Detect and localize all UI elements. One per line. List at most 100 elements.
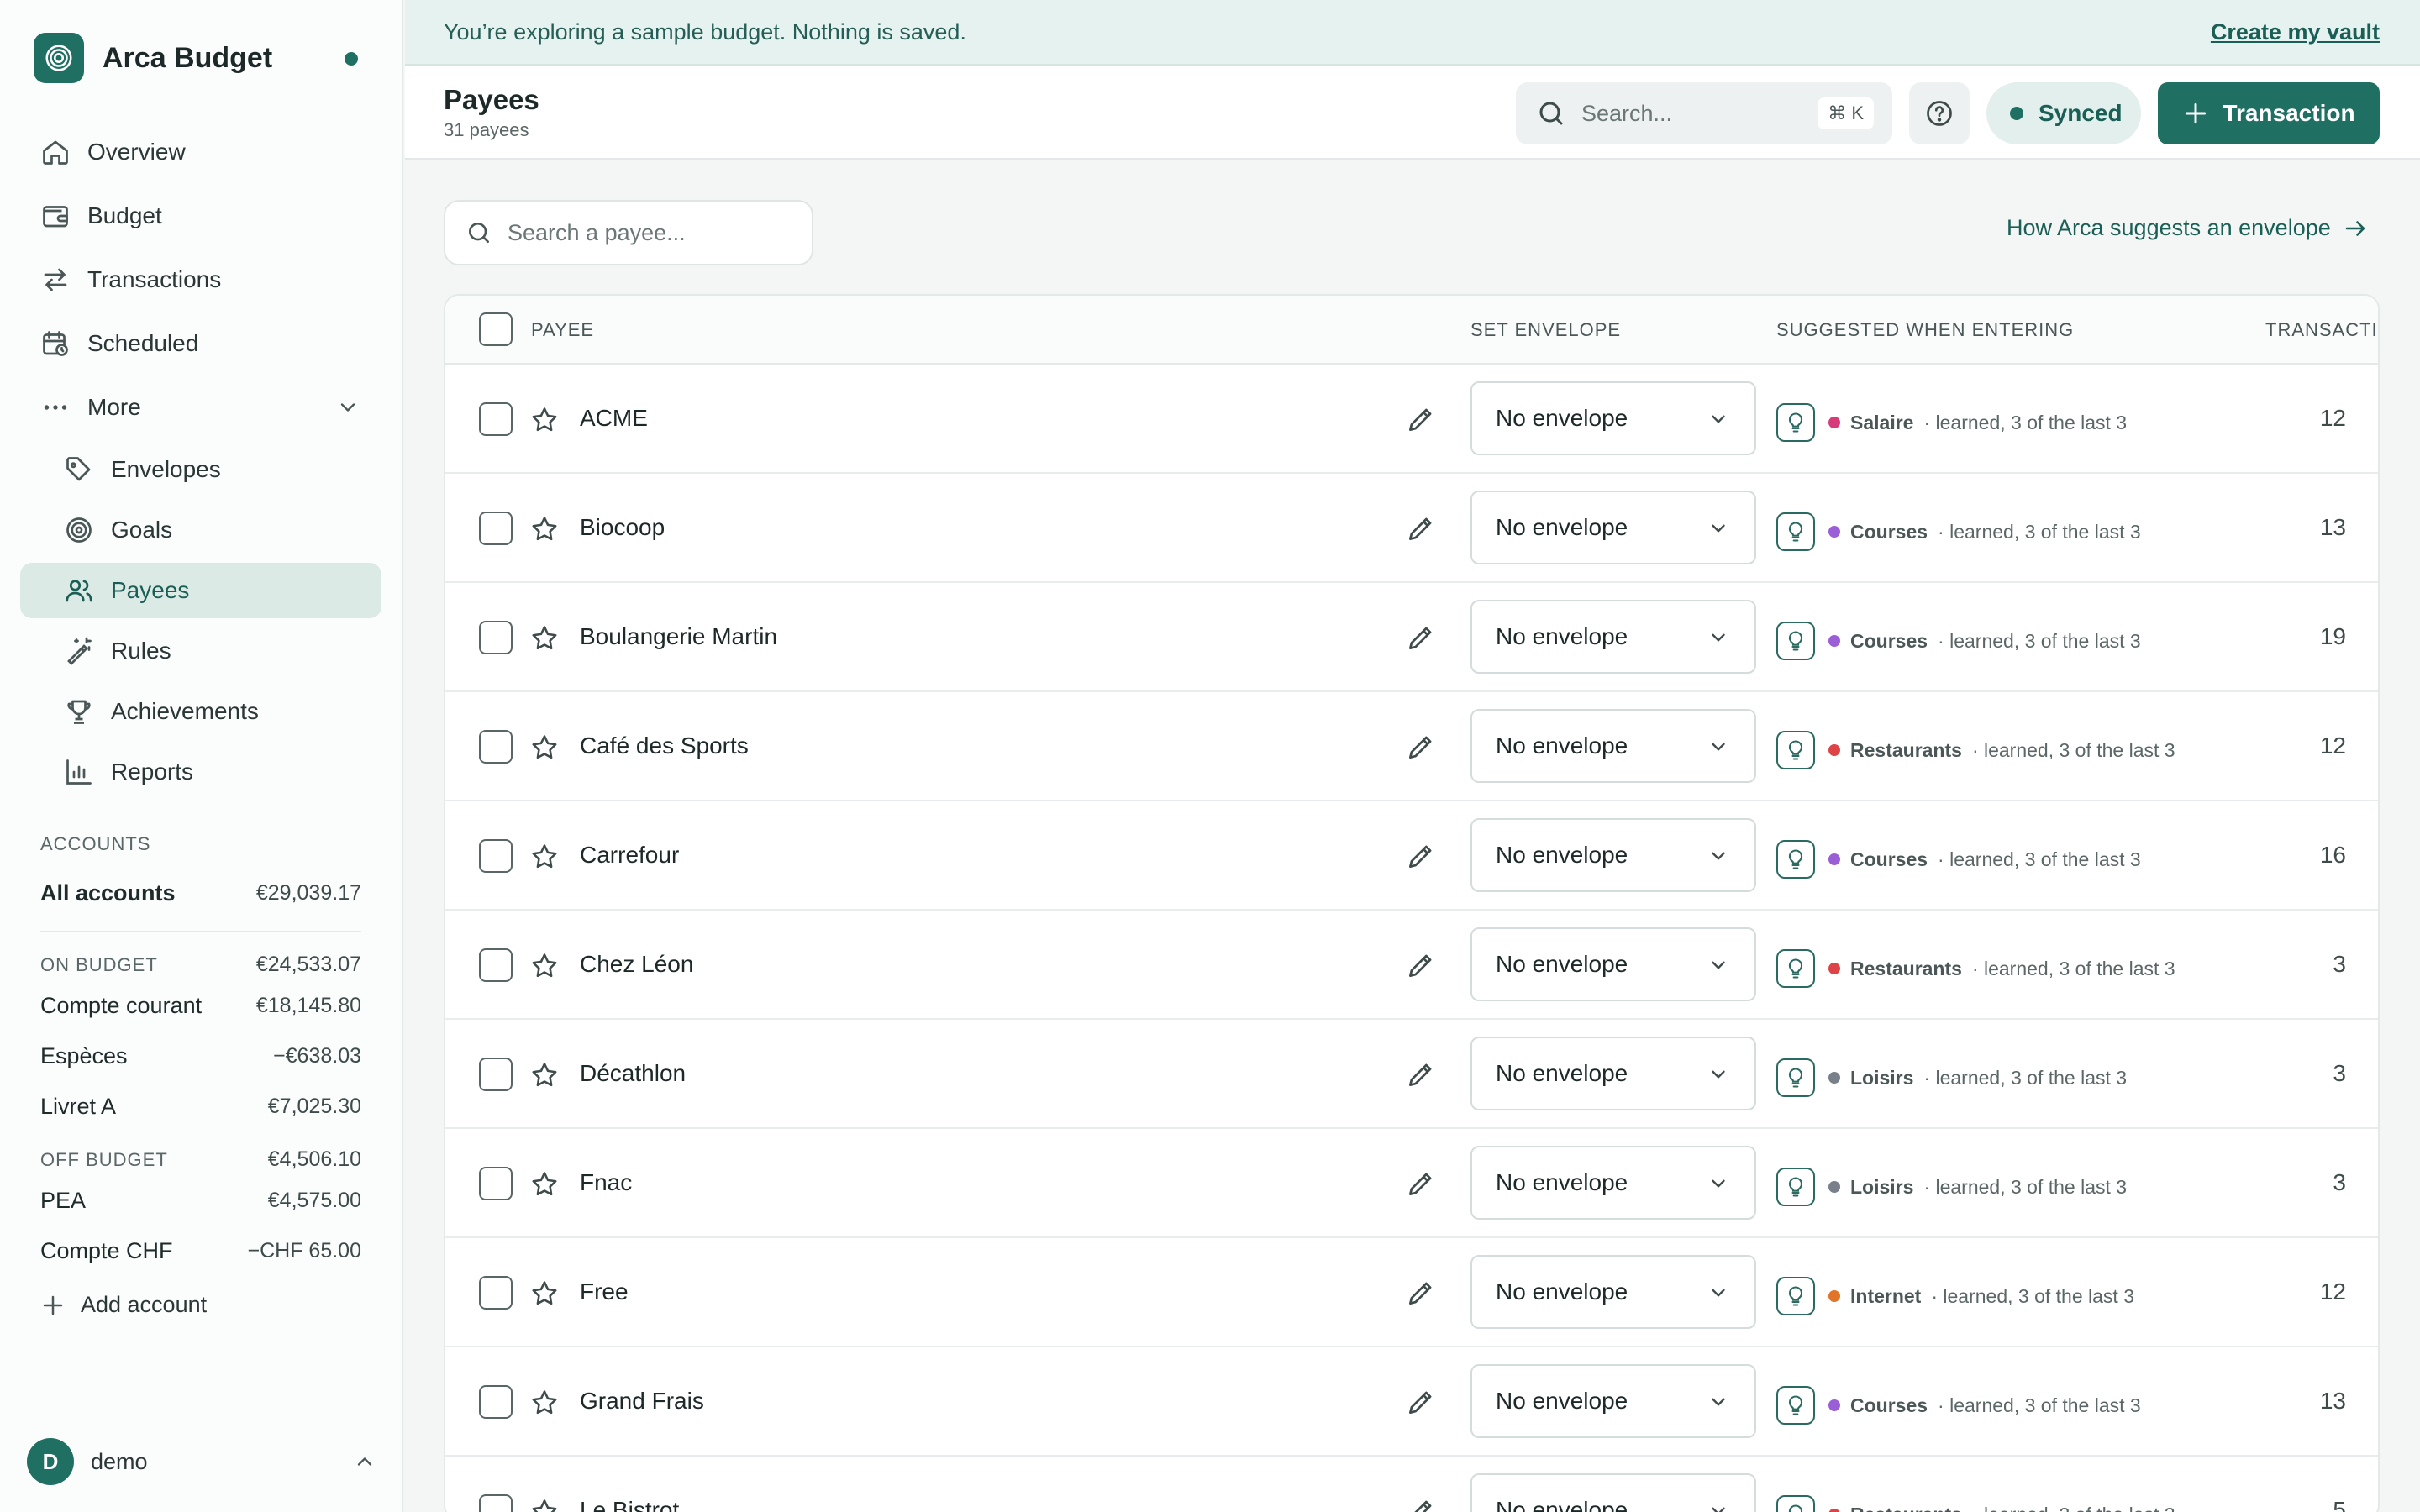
pencil-icon[interactable]	[1405, 622, 1437, 654]
chevron-down-icon	[1712, 524, 1725, 533]
pencil-icon[interactable]	[1405, 840, 1437, 872]
global-search[interactable]: Search... ⌘ K	[1516, 82, 1892, 144]
envelope-select[interactable]: No envelope	[1470, 927, 1756, 1001]
star-icon[interactable]	[529, 1169, 560, 1200]
column-set-envelope: SET ENVELOPE	[1470, 319, 1622, 340]
column-transactions[interactable]: TRANSACTIONS	[2265, 319, 2378, 341]
star-icon[interactable]	[529, 732, 560, 763]
row-checkbox[interactable]	[479, 1494, 513, 1512]
group-total: €24,533.07	[255, 953, 361, 976]
pencil-icon[interactable]	[1405, 1495, 1437, 1512]
star-icon[interactable]	[529, 1388, 560, 1418]
star-icon[interactable]	[529, 951, 560, 981]
suggestion-note: · learned, 3 of the last 3	[1938, 848, 2141, 870]
pencil-icon[interactable]	[1405, 949, 1437, 981]
pencil-icon[interactable]	[1405, 1168, 1437, 1200]
payee-name[interactable]: Boulangerie Martin	[580, 623, 777, 650]
nav-achievements[interactable]: Achievements	[20, 684, 381, 739]
sync-status-button[interactable]: Synced	[1986, 82, 2141, 144]
star-icon[interactable]	[529, 842, 560, 872]
pencil-icon[interactable]	[1405, 731, 1437, 763]
row-checkbox[interactable]	[479, 1385, 513, 1419]
account-livret-a[interactable]: Livret A €7,025.30	[40, 1094, 361, 1120]
star-icon[interactable]	[529, 1278, 560, 1309]
row-checkbox[interactable]	[479, 512, 513, 545]
nav-envelopes[interactable]: Envelopes	[20, 442, 381, 497]
nav-transactions[interactable]: Transactions	[20, 250, 381, 309]
account-all[interactable]: All accounts €29,039.17	[40, 880, 361, 906]
row-checkbox[interactable]	[479, 1058, 513, 1091]
star-icon[interactable]	[529, 514, 560, 544]
demo-banner: You’re exploring a sample budget. Nothin…	[405, 0, 2420, 66]
payee-name[interactable]: Biocoop	[580, 514, 665, 541]
payee-name[interactable]: Fnac	[580, 1169, 632, 1196]
nav-budget[interactable]: Budget	[20, 186, 381, 245]
envelope-value: No envelope	[1496, 1497, 1628, 1512]
category-color-dot	[1828, 1072, 1840, 1084]
envelope-select[interactable]: No envelope	[1470, 818, 1756, 892]
account-pea[interactable]: PEA €4,575.00	[40, 1188, 361, 1214]
row-checkbox[interactable]	[479, 948, 513, 982]
envelope-select[interactable]: No envelope	[1470, 1255, 1756, 1329]
suggested-envelope: Courses · learned, 3 of the last 3	[1776, 1386, 2141, 1425]
column-payee[interactable]: PAYEE	[531, 319, 594, 341]
envelope-select[interactable]: No envelope	[1470, 600, 1756, 674]
pencil-icon[interactable]	[1405, 403, 1437, 435]
nav-scheduled[interactable]: Scheduled	[20, 314, 381, 373]
nav-payees[interactable]: Payees	[20, 563, 381, 618]
pencil-icon[interactable]	[1405, 512, 1437, 544]
star-icon[interactable]	[529, 1497, 560, 1512]
new-transaction-button[interactable]: Transaction	[2158, 82, 2380, 144]
category-name: Restaurants	[1850, 738, 1962, 761]
divider	[40, 931, 361, 932]
payee-name[interactable]: Grand Frais	[580, 1388, 704, 1415]
category-color-dot	[1828, 853, 1840, 865]
payee-name[interactable]: ACME	[580, 405, 648, 432]
payee-name[interactable]: Free	[580, 1278, 629, 1305]
envelope-select[interactable]: No envelope	[1470, 1473, 1756, 1512]
payee-name[interactable]: Carrefour	[580, 842, 679, 869]
star-icon[interactable]	[529, 623, 560, 654]
nav-more[interactable]: More	[20, 378, 381, 437]
account-compte-chf[interactable]: Compte CHF −CHF 65.00	[40, 1238, 361, 1264]
how-suggest-link[interactable]: How Arca suggests an envelope	[2007, 215, 2368, 241]
pencil-icon[interactable]	[1405, 1277, 1437, 1309]
star-icon[interactable]	[529, 405, 560, 435]
payee-name[interactable]: Décathlon	[580, 1060, 686, 1087]
payee-name[interactable]: Café des Sports	[580, 732, 749, 759]
row-checkbox[interactable]	[479, 839, 513, 873]
nav-goals[interactable]: Goals	[20, 502, 381, 558]
row-checkbox[interactable]	[479, 621, 513, 654]
envelope-select[interactable]: No envelope	[1470, 491, 1756, 564]
add-account-button[interactable]: Add account	[40, 1292, 207, 1318]
star-icon[interactable]	[529, 1060, 560, 1090]
user-menu[interactable]: D demo	[27, 1438, 376, 1485]
avatar: D	[27, 1438, 74, 1485]
create-vault-link[interactable]: Create my vault	[2211, 19, 2380, 45]
account-especes[interactable]: Espèces −€638.03	[40, 1043, 361, 1069]
envelope-select[interactable]: No envelope	[1470, 1364, 1756, 1438]
pencil-icon[interactable]	[1405, 1058, 1437, 1090]
envelope-select[interactable]: No envelope	[1470, 1037, 1756, 1110]
envelope-select[interactable]: No envelope	[1470, 1146, 1756, 1220]
row-checkbox[interactable]	[479, 402, 513, 436]
payee-name[interactable]: Le Bistrot	[580, 1497, 679, 1512]
select-all-checkbox[interactable]	[479, 312, 513, 346]
nav-rules[interactable]: Rules	[20, 623, 381, 679]
nav-reports[interactable]: Reports	[20, 744, 381, 800]
account-compte-courant[interactable]: Compte courant €18,145.80	[40, 993, 361, 1019]
sync-dot	[2010, 107, 2023, 120]
payee-search-input[interactable]: Search a payee...	[444, 200, 813, 265]
row-checkbox[interactable]	[479, 1276, 513, 1310]
pencil-icon[interactable]	[1405, 1386, 1437, 1418]
payee-name[interactable]: Chez Léon	[580, 951, 693, 978]
nav-overview[interactable]: Overview	[20, 123, 381, 181]
envelope-value: No envelope	[1496, 405, 1628, 431]
envelope-select[interactable]: No envelope	[1470, 381, 1756, 455]
row-checkbox[interactable]	[479, 1167, 513, 1200]
chevron-up-icon	[357, 1457, 372, 1466]
help-button[interactable]	[1909, 82, 1970, 144]
row-checkbox[interactable]	[479, 730, 513, 764]
envelope-select[interactable]: No envelope	[1470, 709, 1756, 783]
brand[interactable]: Arca Budget	[34, 32, 370, 84]
